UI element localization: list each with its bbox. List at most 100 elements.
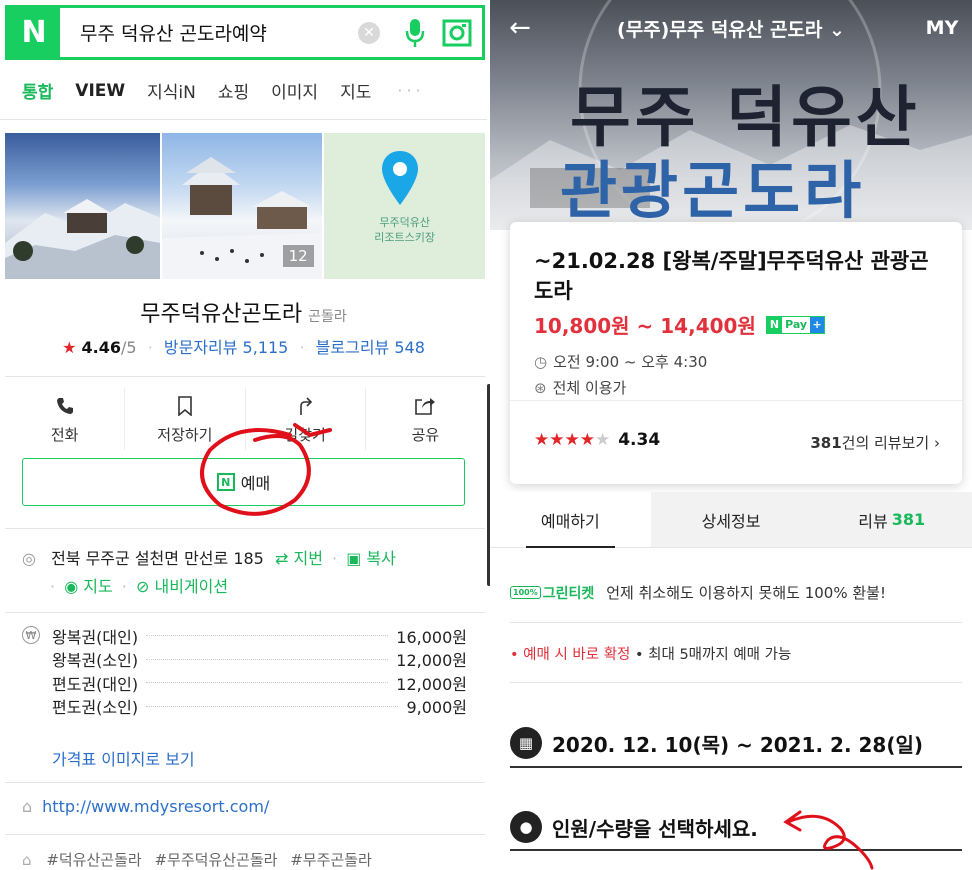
naver-booking-icon: N — [216, 473, 235, 491]
divider — [5, 528, 485, 529]
photo-summit-pavilion[interactable]: 12 — [162, 133, 322, 279]
homepage-link[interactable]: http://www.mdysresort.com/ — [42, 797, 269, 816]
share-button[interactable]: 공유 — [366, 388, 485, 450]
place-actions: 전화 저장하기 길찾기 공유 — [5, 388, 485, 450]
more-tabs-icon[interactable]: ··· — [397, 81, 424, 100]
product-price-row: 10,800원 ~ 14,400원 N Pay + — [534, 310, 938, 339]
directions-button[interactable]: 길찾기 — [246, 388, 366, 450]
lens-icon[interactable] — [440, 13, 474, 53]
lot-number-link[interactable]: ⇄ 지번 — [275, 549, 323, 568]
won-icon: ₩ — [22, 626, 40, 644]
divider — [510, 682, 962, 683]
tab-shopping[interactable]: 쇼핑 — [218, 78, 249, 103]
back-arrow-icon[interactable]: ← — [490, 13, 550, 43]
star-rating-icon: ★★★★★ — [534, 430, 611, 450]
price-value: 12,000원 — [396, 651, 467, 671]
map-pin-icon — [380, 149, 420, 211]
header-title[interactable]: (무주)무주 덕유산 곤도라 ⌄ — [550, 15, 912, 42]
audience: 전체 이용가 — [552, 379, 627, 397]
navigation-link[interactable]: ⊘ 내비게이션 — [136, 577, 228, 596]
microphone-icon[interactable] — [398, 13, 432, 53]
instant-confirm-text: 예매 시 바로 확정 — [523, 647, 631, 663]
mini-map[interactable]: 무주덕유산 리조트스키장 — [323, 133, 485, 279]
product-rating-score: 4.34 — [618, 430, 661, 450]
tag-link[interactable]: #무주덕유산곤돌라 — [154, 851, 277, 869]
price-name: 편도권(소인) — [52, 698, 139, 718]
people-prompt: 인원/수량을 선택하세요. — [552, 816, 758, 841]
visitor-reviews-link[interactable]: 방문자리뷰 5,115 — [164, 338, 289, 357]
phone-icon — [55, 394, 75, 418]
navigation-label: 내비게이션 — [154, 577, 229, 596]
hero-banner: ← (무주)무주 덕유산 곤도라 ⌄ MY 무주 덕유산 관광곤도라 — [490, 0, 972, 230]
tab-knowledge-in[interactable]: 지식iN — [147, 78, 196, 103]
max-tickets-text: 최대 5매까지 예매 가능 — [648, 647, 792, 663]
divider — [5, 834, 485, 835]
home-icon: ⌂ — [22, 797, 33, 816]
people-selector[interactable]: ● 인원/수량을 선택하세요. — [510, 805, 962, 851]
green-ticket-notice: 100% 그린티켓 언제 취소해도 이용하지 못해도 100% 환불! — [510, 582, 886, 603]
green-ticket-badge: 100% 그린티켓 — [510, 583, 594, 603]
product-info: ◷ 오전 9:00 ~ 오후 4:30 ⊛ 전체 이용가 — [534, 349, 938, 401]
map-link[interactable]: ◉ 지도 — [64, 577, 113, 596]
tab-review[interactable]: 리뷰 381 — [811, 492, 972, 547]
tag-link[interactable]: #덕유산곤돌라 — [46, 851, 141, 869]
tab-detail[interactable]: 상세정보 — [650, 492, 812, 547]
booking-page-panel: ← (무주)무주 덕유산 곤도라 ⌄ MY 무주 덕유산 관광곤도라 ~21.0… — [490, 0, 972, 870]
separator: · — [299, 338, 305, 357]
price-value: 16,000원 — [396, 627, 467, 647]
clock-icon: ◷ — [534, 353, 548, 371]
tab-view[interactable]: VIEW — [75, 81, 125, 101]
directions-icon — [296, 394, 314, 418]
tab-reserve[interactable]: 예매하기 — [490, 492, 651, 548]
search-input[interactable]: 무주 덕유산 곤도라예약 — [60, 19, 358, 46]
homepage-row: ⌂ http://www.mdysresort.com/ — [22, 797, 269, 816]
price-image-link[interactable]: 가격표 이미지로 보기 — [52, 746, 195, 770]
tab-all[interactable]: 통합 — [22, 78, 53, 103]
price-row: 편도권(소인) 9,000원 — [22, 695, 467, 719]
tab-images[interactable]: 이미지 — [271, 78, 318, 103]
naver-pay-label: Pay — [785, 318, 808, 331]
copy-label: 복사 — [366, 549, 396, 568]
hero-title-line2: 관광곤도라 — [560, 154, 866, 227]
place-rating: ★ 4.46/5 · 방문자리뷰 5,115 · 블로그리뷰 548 — [0, 334, 487, 358]
booking-confirm-notice: • 예매 시 바로 확정 • 최대 5매까지 예매 가능 — [510, 643, 791, 664]
price-name: 왕복권(대인) — [52, 627, 139, 647]
review-count: 381 — [810, 434, 842, 452]
tab-review-count: 381 — [891, 510, 926, 529]
search-tabs: 통합 VIEW 지식iN 쇼핑 이미지 지도 ··· — [0, 62, 487, 120]
age-rating-icon: ⊛ — [534, 379, 547, 397]
booking-tabs: 예매하기 상세정보 리뷰 381 — [490, 492, 972, 548]
tag-link[interactable]: #무주곤돌라 — [290, 851, 372, 869]
green-ticket-label: 그린티켓 — [542, 585, 595, 602]
place-photos: 12 무주덕유산 리조트스키장 — [5, 133, 485, 279]
divider — [510, 400, 962, 401]
review-link-label: 건의 리뷰보기 — [841, 434, 930, 452]
clear-icon[interactable]: ✕ — [358, 21, 380, 44]
place-name[interactable]: 무주덕유산곤도라 — [140, 302, 302, 327]
call-label: 전화 — [50, 425, 79, 444]
operating-hours: 오전 9:00 ~ 오후 4:30 — [553, 353, 708, 371]
price-row: 편도권(대인) 12,000원 — [22, 671, 467, 695]
copy-address-button[interactable]: ▣ 복사 — [346, 549, 396, 568]
product-price: 10,800원 ~ 14,400원 — [534, 314, 756, 338]
product-rating: ★★★★★ 4.34 — [534, 430, 660, 450]
plus-icon: + — [810, 316, 825, 333]
save-label: 저장하기 — [157, 425, 213, 444]
green-ticket-text: 언제 취소해도 이용하지 못해도 100% 환불! — [606, 584, 886, 602]
naver-logo[interactable]: N — [8, 8, 60, 57]
save-button[interactable]: 저장하기 — [125, 388, 246, 450]
photo-mountain-snow[interactable] — [5, 133, 161, 279]
map-label: 지도 — [83, 577, 113, 596]
map-place-label: 무주덕유산 리조트스키장 — [360, 215, 450, 245]
date-range-selector[interactable]: ▦ 2020. 12. 10(목) ~ 2021. 2. 28(일) — [510, 720, 962, 768]
divider — [5, 612, 485, 613]
blog-reviews-link[interactable]: 블로그리뷰 548 — [316, 338, 425, 357]
person-icon: ● — [510, 811, 542, 843]
my-button[interactable]: MY — [912, 17, 972, 39]
reserve-label: 예매 — [240, 474, 271, 493]
reserve-button[interactable]: N 예매 — [22, 458, 465, 506]
tab-map[interactable]: 지도 — [340, 78, 371, 103]
call-button[interactable]: 전화 — [5, 388, 126, 450]
review-link[interactable]: 381건의 리뷰보기 › — [810, 432, 940, 453]
tags-row: ⌂ #덕유산곤돌라 #무주덕유산곤돌라 #무주곤돌라 — [22, 849, 380, 870]
